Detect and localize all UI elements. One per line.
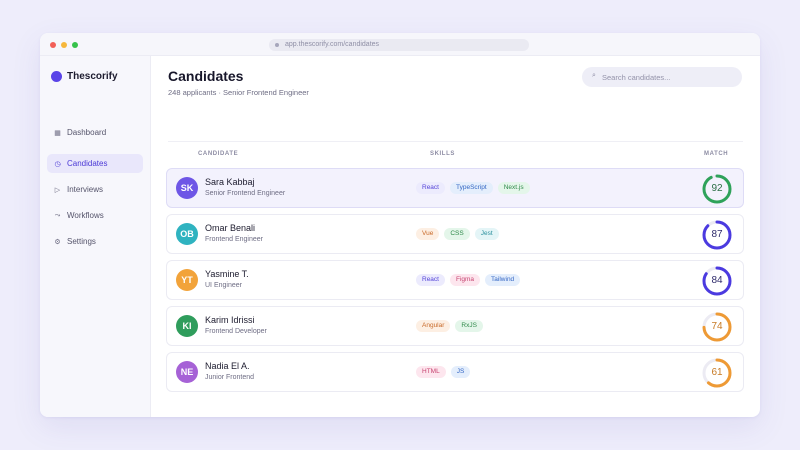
skill-tag: Jest <box>474 228 499 240</box>
candidate-row[interactable]: YT Yasmine T. UI Engineer React Figma Tailwin… <box>166 260 744 300</box>
search-input[interactable] <box>602 70 734 84</box>
sidebar-item-settings[interactable]: ⚙ Settings <box>47 232 143 251</box>
skill-tag: React <box>416 274 445 286</box>
skill-tag: TypeScript <box>449 182 493 194</box>
skill-tag: CSS <box>444 228 470 240</box>
minimize-window-button[interactable] <box>61 42 67 48</box>
match-score-ring: 74 <box>701 311 733 343</box>
candidate-row[interactable]: OB Omar Benali Frontend Engineer Vue CSS Jest… <box>166 214 744 254</box>
sidebar-item-candidates[interactable]: ◷ Candidates <box>47 154 143 173</box>
clock-icon: ◷ <box>54 160 61 168</box>
match-score: 87 <box>711 229 723 240</box>
sidebar-item-label: Workflows <box>67 211 104 220</box>
maximize-window-button[interactable] <box>72 42 78 48</box>
avatar: KI <box>176 315 198 337</box>
skill-tags: HTML JS <box>416 366 471 378</box>
candidate-row[interactable]: SK Sara Kabbaj Senior Frontend Engineer Rea… <box>166 168 744 208</box>
browser-titlebar: app.thescorify.com/candidates <box>40 33 760 56</box>
sidebar-item-label: Settings <box>67 237 96 246</box>
brand[interactable]: Thescorify <box>51 70 118 82</box>
skill-tag: React <box>416 182 445 194</box>
match-score-ring: 61 <box>701 357 733 389</box>
play-icon: ▷ <box>54 186 61 194</box>
search-icon: ⌕ <box>592 72 596 79</box>
lock-icon <box>275 43 279 47</box>
close-window-button[interactable] <box>50 42 56 48</box>
candidate-name[interactable]: Nadia El A. <box>205 361 250 371</box>
avatar: YT <box>176 269 198 291</box>
sidebar-item-label: Dashboard <box>67 128 107 137</box>
candidate-role: Junior Frontend <box>205 374 255 381</box>
candidate-role: Senior Frontend Engineer <box>205 190 286 197</box>
candidate-name[interactable]: Yasmine T. <box>205 269 249 279</box>
search-box[interactable]: ⌕ <box>582 67 742 87</box>
skill-tags: Angular RxJS <box>416 320 483 332</box>
sidebar: Thescorify ▦ Dashboard ◷ Candidates ▷ In… <box>40 56 151 417</box>
app-window: app.thescorify.com/candidates Thescorify… <box>40 33 760 417</box>
skill-tag: Vue <box>416 228 440 240</box>
match-score-ring: 87 <box>701 219 733 251</box>
skill-tag: RxJS <box>455 320 483 332</box>
candidate-name[interactable]: Karim Idrissi <box>205 315 255 325</box>
skill-tags: React Figma Tailwind <box>416 274 521 286</box>
address-bar[interactable]: app.thescorify.com/candidates <box>269 39 529 51</box>
main-content: Candidates 248 applicants · Senior Front… <box>152 56 760 417</box>
skill-tag: Next.js <box>497 182 530 194</box>
address-url: app.thescorify.com/candidates <box>285 41 380 48</box>
grid-icon: ▦ <box>54 129 61 137</box>
sidebar-item-label: Candidates <box>67 159 108 168</box>
candidate-role: UI Engineer <box>205 282 242 289</box>
skill-tag: JS <box>450 366 471 378</box>
brand-name: Thescorify <box>67 70 118 82</box>
logo-icon <box>51 70 62 82</box>
header-divider <box>168 141 743 142</box>
sidebar-item-dashboard[interactable]: ▦ Dashboard <box>47 123 143 142</box>
column-header-candidate: CANDIDATE <box>198 151 239 157</box>
arrow-icon: ⤳ <box>54 211 61 219</box>
candidate-name[interactable]: Sara Kabbaj <box>205 177 255 187</box>
candidate-row[interactable]: NE Nadia El A. Junior Frontend HTML JS 61 <box>166 352 744 392</box>
skill-tag: Tailwind <box>485 274 521 286</box>
match-score: 84 <box>711 275 723 286</box>
skill-tag: HTML <box>416 366 446 378</box>
sidebar-item-workflows[interactable]: ⤳ Workflows <box>47 206 143 225</box>
match-score: 61 <box>711 367 723 378</box>
candidate-name[interactable]: Omar Benali <box>205 223 255 233</box>
skill-tags: Vue CSS Jest <box>416 228 499 240</box>
candidate-role: Frontend Engineer <box>205 236 263 243</box>
avatar: OB <box>176 223 198 245</box>
candidate-role: Frontend Developer <box>205 328 267 335</box>
avatar: NE <box>176 361 198 383</box>
skill-tags: React TypeScript Next.js <box>416 182 530 194</box>
sidebar-item-interviews[interactable]: ▷ Interviews <box>47 180 143 199</box>
match-score-ring: 84 <box>701 265 733 297</box>
sidebar-item-label: Interviews <box>67 185 104 194</box>
match-score-ring: 92 <box>701 173 733 205</box>
match-score: 74 <box>711 321 723 332</box>
page-subtitle: 248 applicants · Senior Frontend Enginee… <box>168 88 309 97</box>
page-title: Candidates <box>168 68 244 84</box>
skill-tag: Figma <box>449 274 481 286</box>
skill-tag: Angular <box>416 320 451 332</box>
column-header-skills: SKILLS <box>430 151 455 157</box>
candidate-row[interactable]: KI Karim Idrissi Frontend Developer Angular… <box>166 306 744 346</box>
gear-icon: ⚙ <box>54 238 61 246</box>
match-score: 92 <box>711 183 723 194</box>
column-header-match: MATCH <box>704 151 729 157</box>
avatar: SK <box>176 177 198 199</box>
